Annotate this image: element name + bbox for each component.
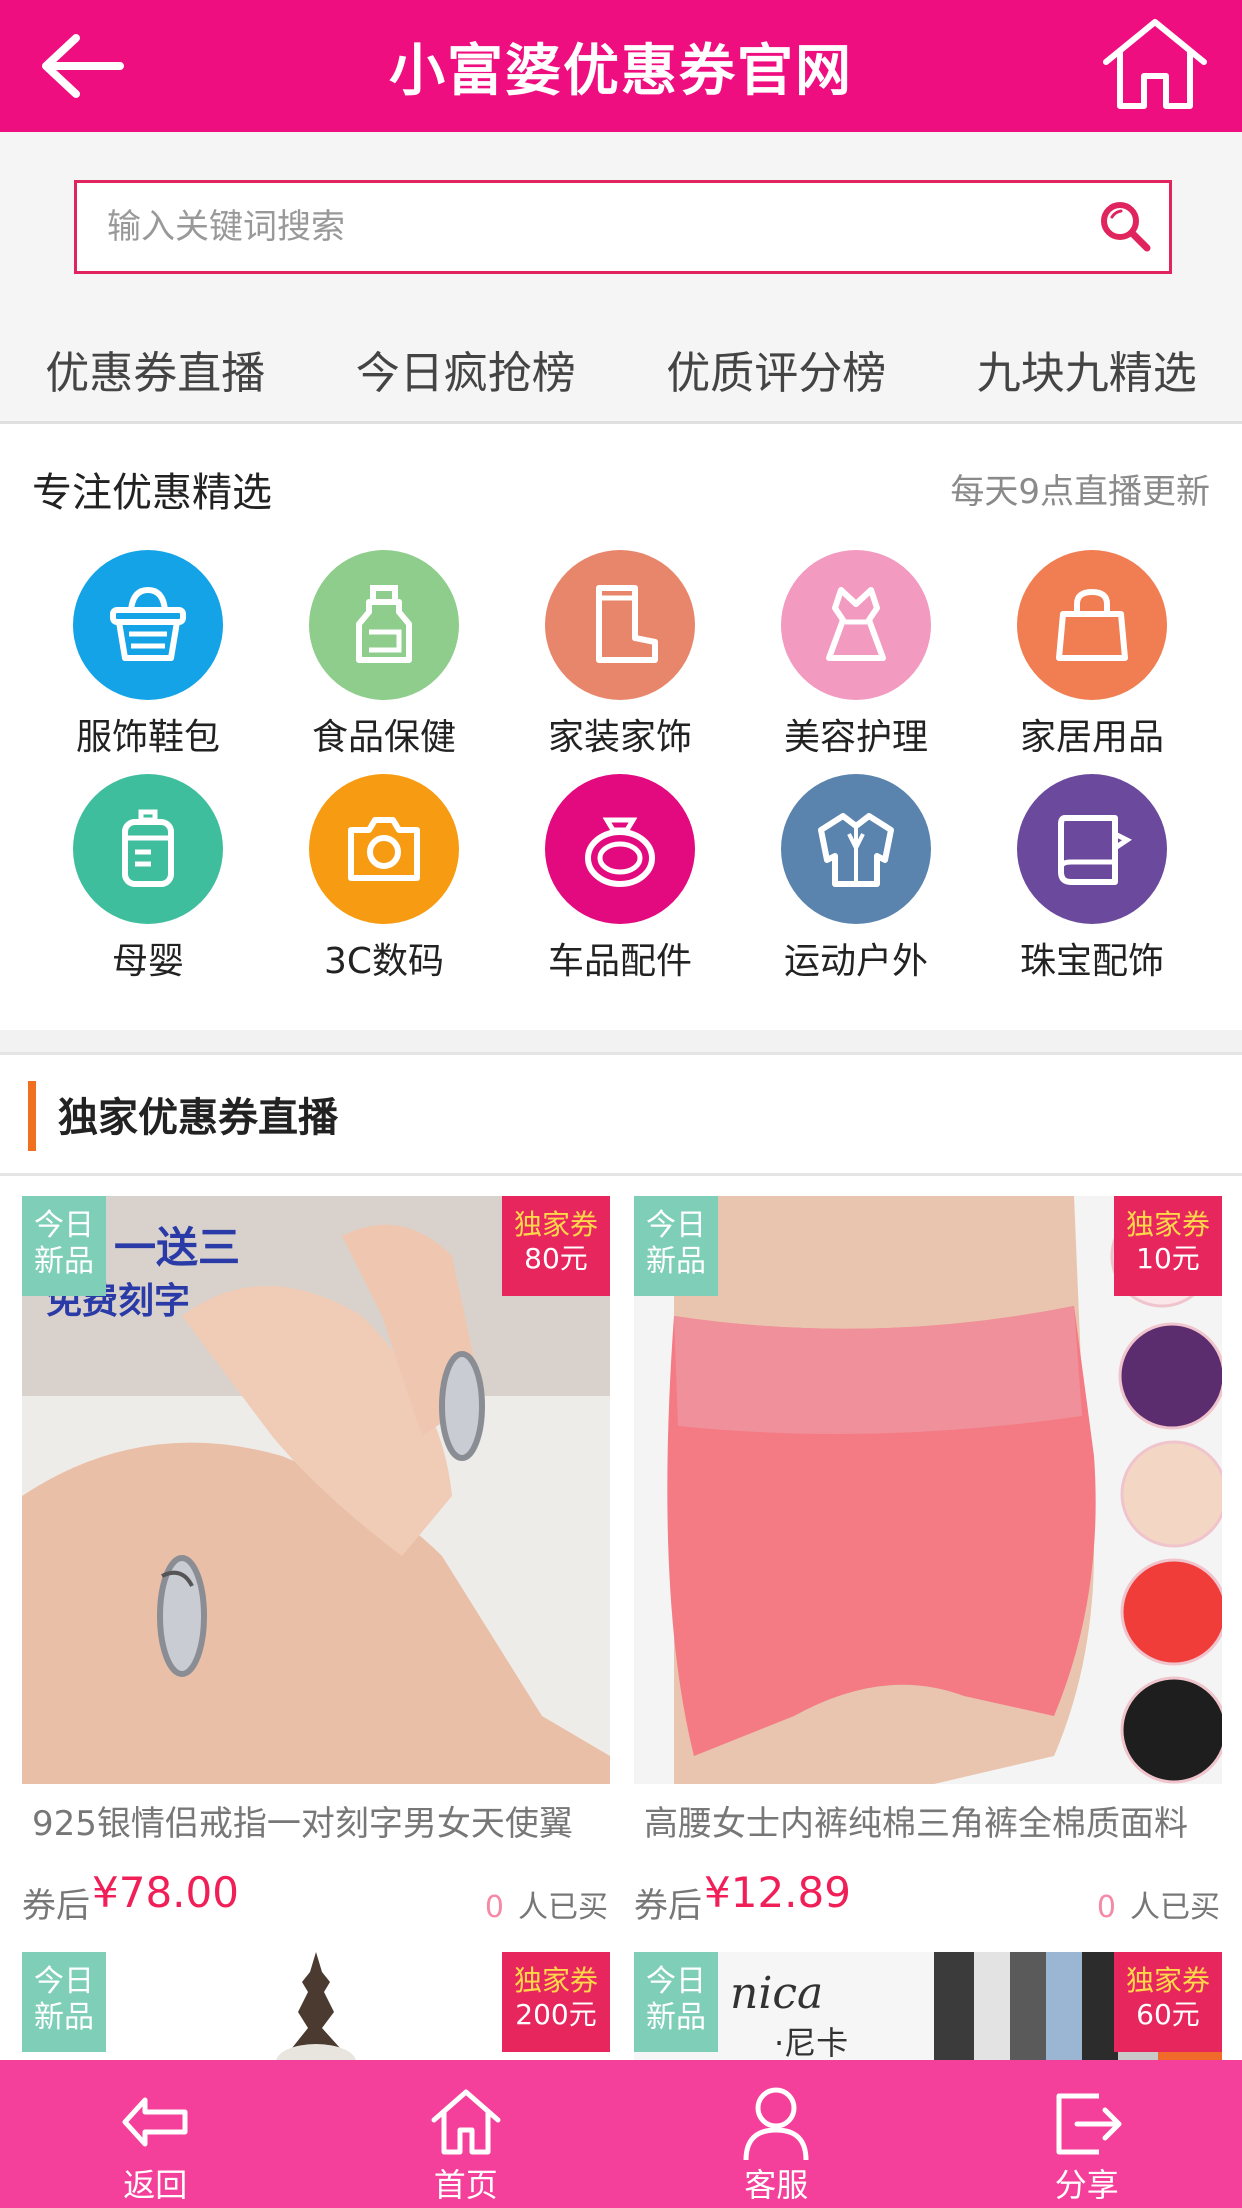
coupon-badge: 独家券 200元 [502,1952,610,2052]
baby-bottle-icon [73,774,223,924]
price-row: 券后 ¥12.89 0 人已买 [634,1868,1222,1926]
category-item-jewelry[interactable]: 珠宝配饰 [974,774,1210,984]
category-item-digital[interactable]: 3C数码 [266,774,502,984]
back-arrow-icon [122,2097,188,2147]
search-icon[interactable] [1095,197,1155,257]
category-label: 美容护理 [783,717,928,758]
product-card[interactable]: 一送三 免费刻字 今日 新品 独家券 80元 925银情侣戒指一对刻字男女天使翼 券… [22,1196,610,1936]
bottom-nav: 返回 首页 客服 分享 [0,2060,1242,2208]
category-label: 服饰鞋包 [75,717,220,758]
nav-home-button[interactable]: 首页 [311,2060,622,2208]
price-prefix: 券后 [22,1886,90,1926]
bag-icon [1017,550,1167,700]
search-input[interactable] [77,183,1077,271]
new-badge: 今日 新品 [634,1196,718,1296]
coupon-badge: 独家券 10元 [1114,1196,1222,1296]
product-name[interactable]: 高腰女士内裤纯棉三角裤全棉质面料 [644,1796,1224,1845]
dress-icon [781,550,931,700]
category-label: 车品配件 [547,941,692,982]
product-card[interactable]: 今日 新品 独家券 10元 高腰女士内裤纯棉三角裤全棉质面料 券后 ¥12.89 0… [634,1196,1222,1936]
category-item-apparel[interactable]: 服饰鞋包 [30,550,266,760]
back-arrow-icon[interactable] [36,30,126,102]
nav-service-button[interactable]: 客服 [621,2060,932,2208]
jewel-book-icon [1017,774,1167,924]
category-subtitle: 每天9点直播更新 [950,472,1210,512]
category-label: 3C数码 [323,941,445,982]
buyers-count: 0 人已买 [484,1890,608,1925]
tab-coupon-live[interactable]: 优惠券直播 [0,318,311,421]
price-row: 券后 ¥78.00 0 人已买 [22,1868,610,1926]
buyers-count: 0 人已买 [1096,1890,1220,1925]
search-area [0,132,1242,318]
category-label: 母婴 [111,941,184,982]
category-item-baby[interactable]: 母婴 [30,774,266,984]
category-item-sports[interactable]: 运动户外 [738,774,974,984]
new-badge: 今日 新品 [22,1196,106,1296]
share-icon [1056,2093,1122,2155]
nav-back-button[interactable]: 返回 [0,2060,311,2208]
tab-quality-rank[interactable]: 优质评分榜 [621,318,932,421]
top-header: 小富婆优惠券官网 [0,0,1242,132]
product-name[interactable]: 925银情侣戒指一对刻字男女天使翼 [32,1796,612,1845]
category-label: 运动户外 [783,941,928,982]
home-icon [431,2089,501,2155]
tab-bar: 优惠券直播 今日疯抢榜 优质评分榜 九块九精选 [0,318,1242,424]
coupon-badge: 独家券 80元 [502,1196,610,1296]
tab-nine-nine[interactable]: 九块九精选 [932,318,1242,421]
product-card[interactable]: nica ·尼卡 今日 新品 独家券 60元 [634,1952,1222,2062]
section-title: 独家优惠券直播 [58,1095,338,1141]
nav-label: 首页 [433,2166,498,2204]
category-label: 家居用品 [1019,717,1164,758]
brand-text: nica [730,1968,824,2019]
category-item-household[interactable]: 家居用品 [974,550,1210,760]
jacket-icon [781,774,931,924]
nav-label: 返回 [123,2166,188,2204]
section-header: 独家优惠券直播 [0,1052,1242,1176]
coupon-badge: 独家券 60元 [1114,1952,1222,2052]
product-price: ¥12.89 [704,1868,851,1917]
user-icon [743,2087,809,2161]
brand-text: ·尼卡 [774,2024,849,2062]
category-label: 食品保健 [311,717,456,758]
product-grid: 一送三 免费刻字 今日 新品 独家券 80元 925银情侣戒指一对刻字男女天使翼 券… [0,1176,1242,2208]
category-section: 专注优惠精选 每天9点直播更新 服饰鞋包 食品保健 家装家饰 美容护理 家居用品… [0,424,1242,1030]
page-title: 小富婆优惠券官网 [389,38,853,104]
category-title: 专注优惠精选 [32,470,272,516]
promo-text: 一送三 [114,1223,241,1272]
basket-icon [73,550,223,700]
boot-icon [545,550,695,700]
nav-label: 客服 [744,2166,809,2204]
category-item-home-decor[interactable]: 家装家饰 [502,550,738,760]
product-price: ¥78.00 [92,1868,239,1917]
page: 小富婆优惠券官网 优惠券直播 今日疯抢榜 优质评分榜 九块九精选 专注优惠精选 … [0,0,1242,2208]
camera-icon [309,774,459,924]
home-icon[interactable] [1092,16,1218,112]
category-item-car[interactable]: 车品配件 [502,774,738,984]
product-card[interactable]: 今日 新品 独家券 200元 [22,1952,610,2062]
ring-icon [545,774,695,924]
category-label: 珠宝配饰 [1019,941,1164,982]
category-label: 家装家饰 [547,717,692,758]
price-prefix: 券后 [634,1886,702,1926]
tab-today-hot[interactable]: 今日疯抢榜 [311,318,622,421]
search-box [74,180,1172,274]
category-item-beauty[interactable]: 美容护理 [738,550,974,760]
section-accent-bar [28,1081,36,1151]
bottle-icon [309,550,459,700]
new-badge: 今日 新品 [634,1952,718,2052]
nav-label: 分享 [1054,2166,1119,2204]
new-badge: 今日 新品 [22,1952,106,2052]
category-item-food[interactable]: 食品保健 [266,550,502,760]
nav-share-button[interactable]: 分享 [932,2060,1242,2208]
